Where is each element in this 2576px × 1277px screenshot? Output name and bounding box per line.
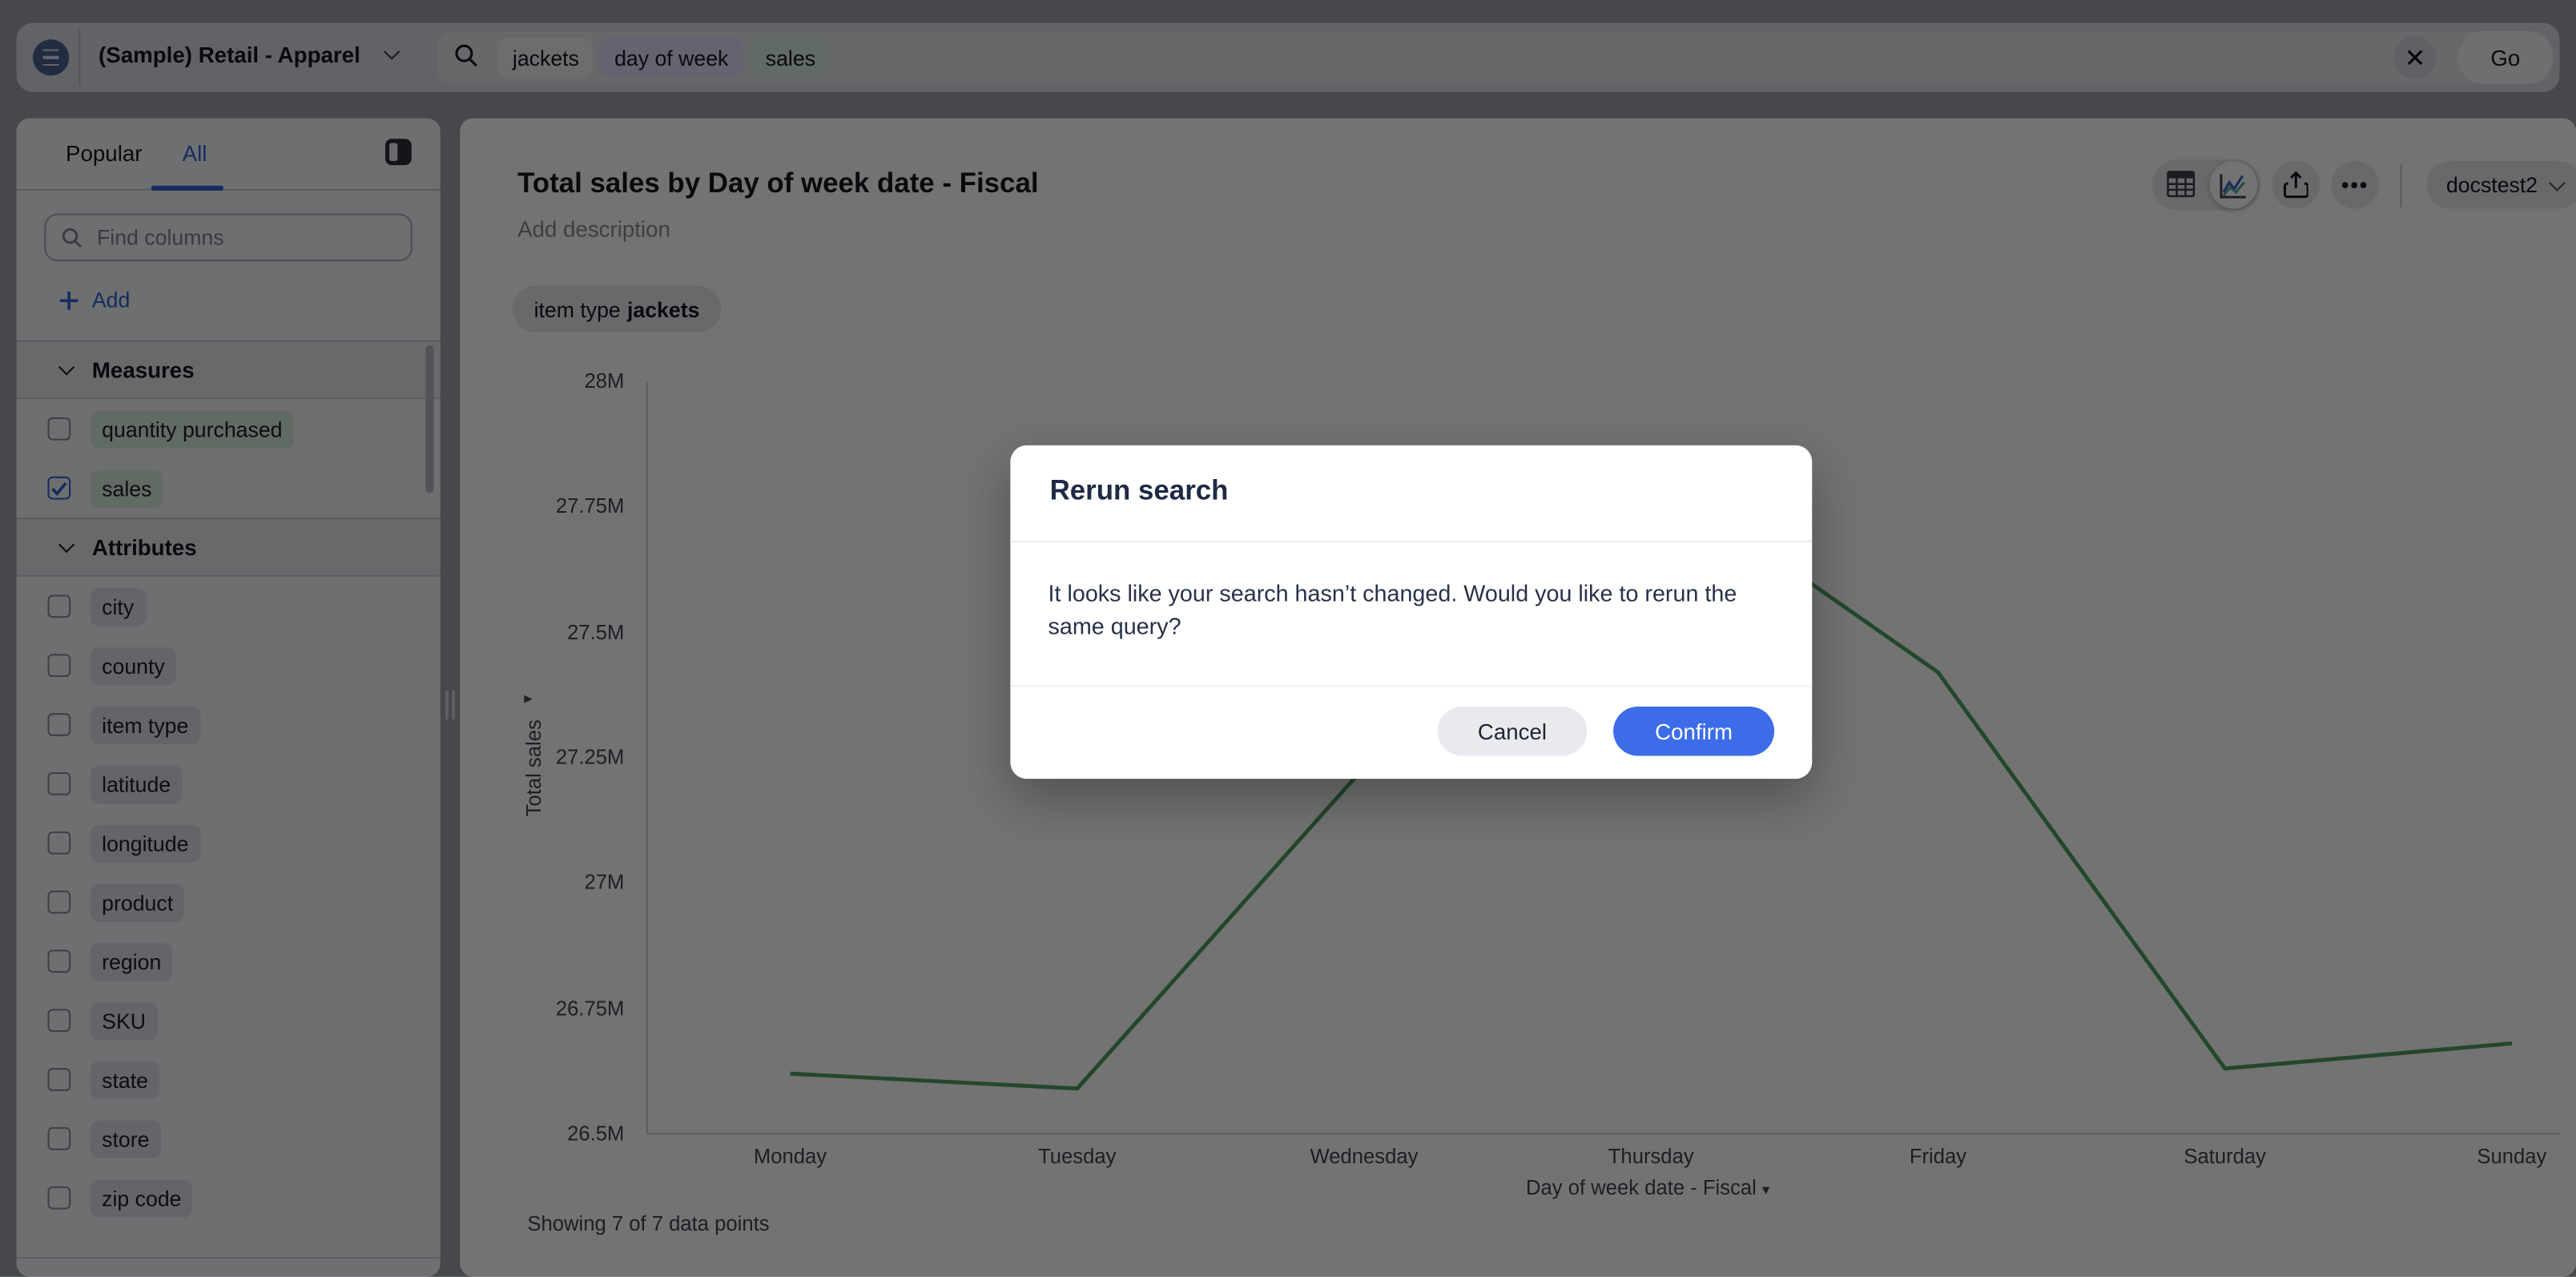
divider (1010, 685, 1813, 687)
divider (1010, 540, 1813, 542)
rerun-search-dialog: Rerun search It looks like your search h… (1010, 445, 1813, 779)
screen: (Sample) Retail - Apparel jackets day of… (0, 0, 2576, 1277)
confirm-button[interactable]: Confirm (1613, 706, 1775, 756)
cancel-button[interactable]: Cancel (1437, 706, 1588, 756)
dialog-title: Rerun search (1049, 474, 1229, 506)
dialog-message: It looks like your search hasn’t changed… (1048, 580, 1737, 639)
